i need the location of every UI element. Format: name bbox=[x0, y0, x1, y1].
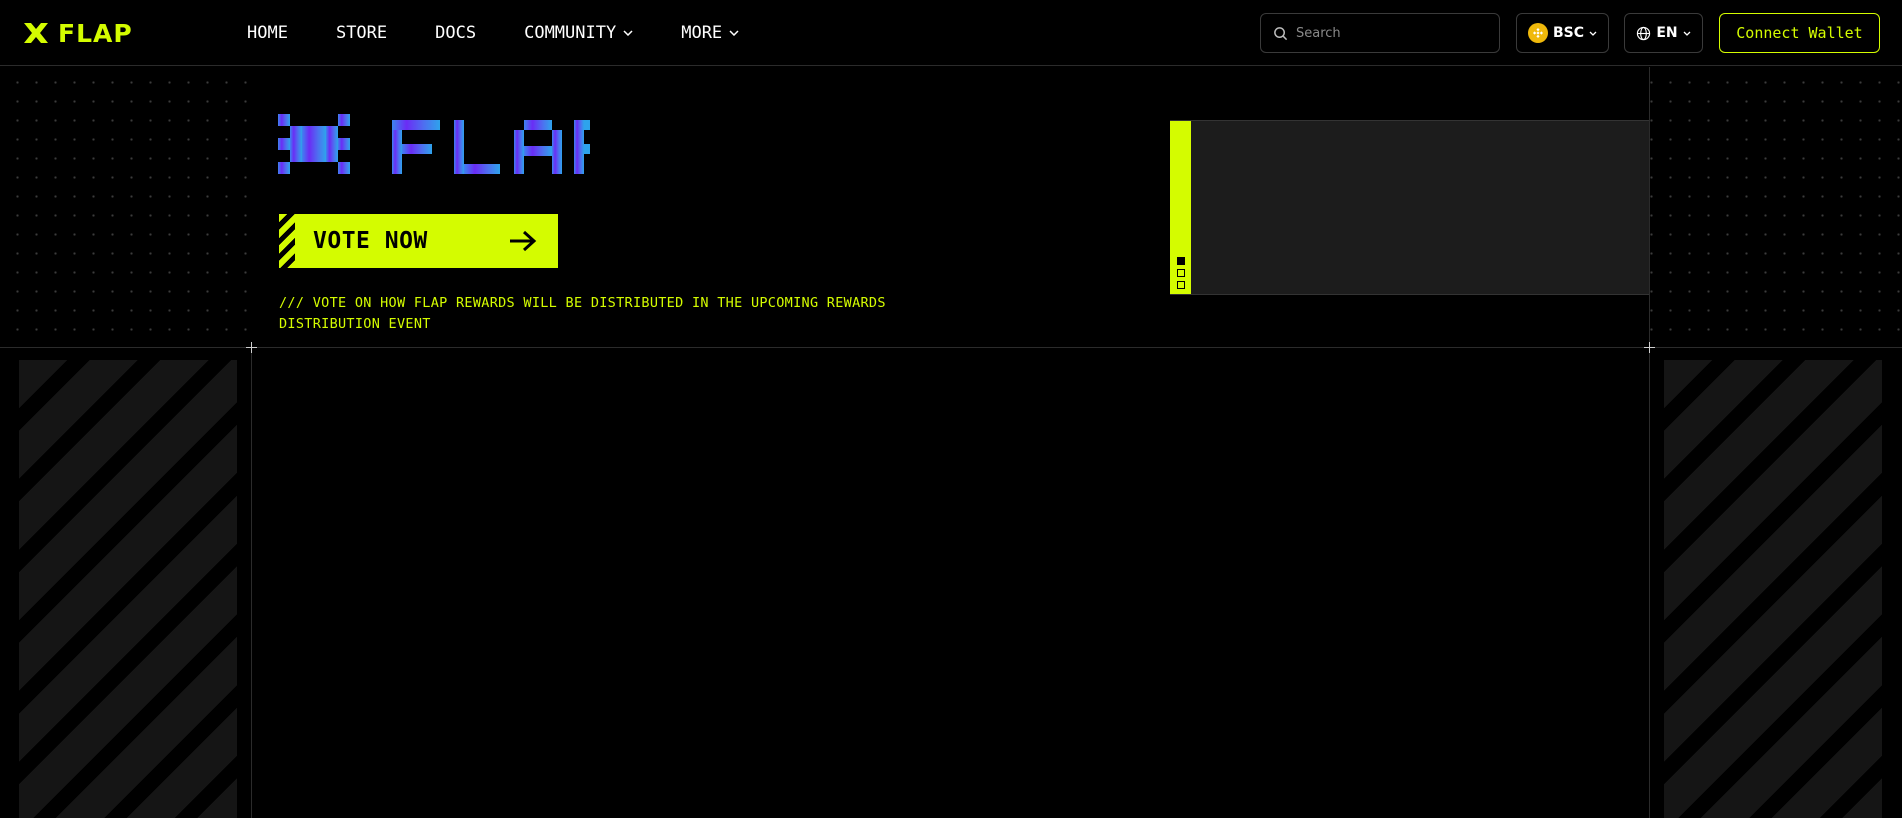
hero-logo bbox=[278, 114, 590, 176]
nav-community-label: COMMUNITY bbox=[524, 23, 617, 43]
search-box[interactable] bbox=[1260, 13, 1500, 53]
right-stripe-panel bbox=[1664, 360, 1882, 818]
bnb-chain-icon bbox=[1527, 23, 1548, 43]
nav-more[interactable]: MORE bbox=[681, 23, 739, 43]
nav-store[interactable]: STORE bbox=[336, 23, 387, 43]
main-menu: HOME STORE DOCS COMMUNITY MORE bbox=[247, 0, 787, 66]
chevron-down-icon bbox=[1683, 31, 1691, 36]
search-input[interactable] bbox=[1296, 25, 1486, 41]
vote-now-label: VOTE NOW bbox=[313, 228, 428, 254]
chain-label: BSC bbox=[1552, 25, 1585, 41]
nav-home-label: HOME bbox=[247, 23, 288, 43]
banner-carousel[interactable] bbox=[1170, 120, 1649, 295]
search-icon bbox=[1274, 26, 1288, 40]
left-stripe-panel bbox=[19, 360, 237, 818]
main-content bbox=[252, 348, 1649, 818]
top-nav: FLAP HOME STORE DOCS COMMUNITY MORE BSC … bbox=[0, 0, 1902, 66]
connect-wallet-button[interactable]: Connect Wallet bbox=[1719, 13, 1880, 53]
chevron-down-icon bbox=[623, 30, 633, 36]
nav-store-label: STORE bbox=[335, 23, 388, 43]
brand-name: FLAP bbox=[58, 18, 133, 48]
nav-docs[interactable]: DOCS bbox=[435, 23, 476, 43]
nav-docs-label: DOCS bbox=[435, 23, 477, 43]
carousel-dot-2[interactable] bbox=[1177, 269, 1185, 277]
language-selector[interactable]: EN bbox=[1624, 13, 1703, 53]
chevron-down-icon bbox=[729, 30, 739, 36]
hero-tagline: /// VOTE ON HOW FLAP REWARDS WILL BE DIS… bbox=[279, 295, 886, 332]
flap-x-logo-icon bbox=[24, 23, 48, 43]
nav-more-label: MORE bbox=[681, 23, 723, 43]
brand-logo[interactable]: FLAP bbox=[22, 18, 133, 48]
vote-now-button[interactable]: VOTE NOW bbox=[279, 214, 558, 268]
chain-selector[interactable]: BSC bbox=[1516, 13, 1609, 53]
nav-community[interactable]: COMMUNITY bbox=[524, 23, 633, 43]
globe-icon bbox=[1637, 26, 1651, 40]
nav-home[interactable]: HOME bbox=[247, 23, 288, 43]
language-label: EN bbox=[1656, 25, 1678, 41]
carousel-dot-3[interactable] bbox=[1177, 281, 1185, 289]
hero-banner: VOTE NOW /// VOTE ON HOW FLAP REWARDS WI… bbox=[251, 67, 1649, 347]
carousel-dot-1[interactable] bbox=[1177, 257, 1185, 265]
grid-line-right bbox=[1649, 67, 1650, 818]
arrow-right-icon bbox=[510, 230, 537, 252]
chevron-down-icon bbox=[1589, 31, 1597, 36]
hazard-stripes bbox=[279, 214, 295, 268]
flap-pixel-logo-icon bbox=[278, 114, 590, 174]
carousel-indicator-bar bbox=[1170, 121, 1191, 294]
